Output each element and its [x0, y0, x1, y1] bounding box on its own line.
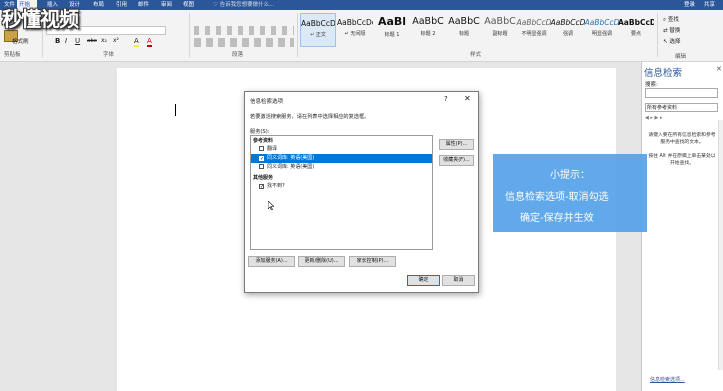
source-select[interactable]: 所有参考资料 — [645, 103, 718, 112]
dialog-title: 信息检索选项 — [250, 99, 284, 105]
add-service-button[interactable]: 添加服务(A)... — [248, 256, 295, 267]
style-title[interactable]: AaBbC 标题 — [446, 13, 482, 47]
style-heading-2[interactable]: AaBbC 标题 2 — [410, 13, 446, 47]
font-color-button[interactable]: A — [147, 37, 152, 47]
search-label: 搜索: — [645, 82, 658, 88]
back-forward-icon[interactable]: ◀ ▸ ▶ ▸ — [645, 115, 662, 121]
login-link[interactable]: 登录 — [684, 0, 695, 10]
site-logo: 秒懂视频 — [2, 7, 79, 31]
italic-button[interactable]: I — [65, 37, 67, 45]
close-icon[interactable]: ✕ — [716, 65, 722, 73]
tell-me-box[interactable]: ♡ 告诉我您想要做什么... — [213, 1, 274, 9]
help-icon[interactable]: ? — [444, 95, 448, 103]
checkbox[interactable] — [259, 146, 264, 151]
list-item[interactable]: ✓ 同义词库: 英语(美国) — [251, 154, 432, 163]
clipboard-group-label: 剪贴板 — [4, 52, 21, 58]
paragraph-align-buttons[interactable] — [194, 38, 294, 47]
find-button[interactable]: ⌕ 查找 — [663, 16, 679, 24]
style-heading-1[interactable]: AaBl 标题 1 — [374, 13, 410, 47]
style-emphasis[interactable]: AaBbCcD 强调 — [550, 13, 586, 47]
tip-line: 确定-保存并生效 — [520, 213, 594, 224]
tab-mailings[interactable]: 邮件 — [136, 0, 151, 10]
mouse-pointer-icon — [268, 201, 274, 210]
subscript-button[interactable]: x₂ — [101, 37, 107, 45]
parental-control-button[interactable]: 家长控制(P)... — [349, 256, 396, 267]
font-group-label: 字体 — [103, 52, 115, 58]
superscript-button[interactable]: x² — [113, 37, 119, 45]
update-remove-button[interactable]: 更新/删除(U)... — [298, 256, 345, 267]
tab-references[interactable]: 引用 — [114, 0, 129, 10]
format-painter-button[interactable]: 格式刷 — [12, 38, 29, 46]
style-intense-emphasis[interactable]: AaBbCcD 明显强调 — [584, 13, 620, 47]
services-list[interactable]: 参考资料 翻译 ✓ 同义词库: 英语(美国) 同义词库: 英语(美国) 其他服务 … — [250, 135, 433, 250]
style-normal[interactable]: AaBbCcDc↵ 正文 — [300, 13, 336, 47]
services-label: 服务(S): — [250, 129, 270, 135]
separator — [297, 13, 298, 57]
tab-view[interactable]: 视图 — [181, 0, 196, 10]
style-subtitle[interactable]: AaBbC 副标题 — [482, 13, 518, 47]
research-options-dialog: 信息检索选项 ? ✕ 若要激活搜索服务，请在列表中选择相应的复选框。 服务(S)… — [244, 91, 479, 293]
select-button[interactable]: ↖ 选择 — [663, 38, 680, 46]
cancel-button[interactable]: 取消 — [442, 275, 475, 286]
styles-group-label: 样式 — [470, 52, 482, 58]
ribbon: 格式刷 剪贴板 B I U abc x₂ x² A A 字体 段落 AaBbCc… — [0, 10, 723, 62]
tab-review[interactable]: 审阅 — [159, 0, 174, 10]
text-cursor — [175, 104, 176, 116]
highlight-button[interactable]: A — [134, 37, 139, 47]
dialog-description: 若要激活搜索服务，请在列表中选择相应的复选框。 — [250, 114, 370, 120]
editing-group-label: 编辑 — [675, 54, 687, 60]
checkbox-checked[interactable]: ✓ — [259, 184, 264, 190]
paragraph-group-label: 段落 — [232, 52, 244, 58]
pane-scrollbar[interactable] — [718, 120, 723, 370]
tip-box: 小提示： 信息检索选项-取消勾选 确定-保存并生效 — [493, 154, 647, 232]
separator — [189, 13, 190, 57]
research-options-link[interactable]: 信息检索选项... — [650, 376, 685, 383]
title-tab-bar: 文件 开始 插入 设计 布局 引用 邮件 审阅 视图 ♡ 告诉我您想要做什么..… — [0, 0, 723, 10]
separator — [657, 13, 658, 57]
close-icon[interactable]: ✕ — [464, 94, 471, 103]
ok-button[interactable]: 确定 — [407, 275, 440, 286]
pane-message: 请键入要在所有信息检索和参考服务中查找的文本。 按住 Alt 并在原稿上单击某处… — [648, 133, 716, 166]
search-input[interactable] — [645, 88, 718, 98]
list-item[interactable]: ✓ 找不到? — [251, 182, 432, 191]
strikethrough-button[interactable]: abc — [87, 37, 97, 45]
favorites-button[interactable]: 收藏夹(F)... — [439, 155, 474, 166]
tip-title: 小提示： — [550, 170, 590, 181]
properties-button[interactable]: 属性(P)... — [439, 139, 474, 150]
replace-button[interactable]: ⇄ 替换 — [663, 27, 680, 35]
tab-layout[interactable]: 布局 — [91, 0, 106, 10]
bold-button[interactable]: B — [55, 37, 60, 45]
style-subtle-emphasis[interactable]: AaBbCcD 不明显强调 — [516, 13, 552, 47]
checkbox[interactable] — [259, 164, 264, 169]
style-strong[interactable]: AaBbCcD 要点 — [618, 13, 654, 47]
tip-line: 信息检索选项-取消勾选 — [505, 192, 609, 203]
list-item[interactable]: 同义词库: 英语(美国) — [251, 163, 432, 172]
share-button[interactable]: 共享 — [704, 0, 715, 10]
list-item[interactable]: 翻译 — [251, 145, 432, 154]
research-pane: 信息检索 ✕ 搜索: 所有参考资料 ◀ ▸ ▶ ▸ 请键入要在所有信息检索和参考… — [641, 62, 723, 391]
underline-button[interactable]: U — [75, 37, 80, 45]
pane-title: 信息检索 — [644, 68, 683, 79]
checkbox-checked[interactable]: ✓ — [259, 156, 264, 162]
paragraph-list-buttons[interactable] — [194, 26, 294, 35]
style-no-spacing[interactable]: AaBbCcDc ↵ 无间隔 — [337, 13, 373, 47]
